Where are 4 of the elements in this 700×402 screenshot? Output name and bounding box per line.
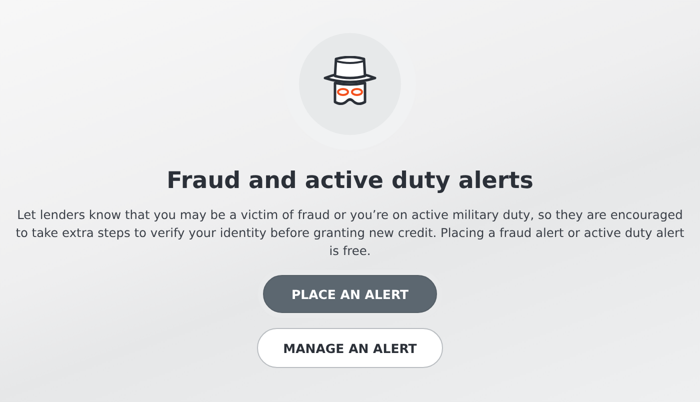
description: Let lenders know that you may be a victim of fraud or you’re on active military duty, so they are encouraged to take extra steps to verify your identity before granting new credit. Placing a fraud alert or active duty alert is free. xyxy=(14,207,686,260)
place-alert-button[interactable]: PLACE AN ALERT xyxy=(263,275,437,313)
manage-alert-button[interactable]: MANAGE AN ALERT xyxy=(257,328,443,368)
title: Fraud and active duty alerts xyxy=(166,168,534,194)
